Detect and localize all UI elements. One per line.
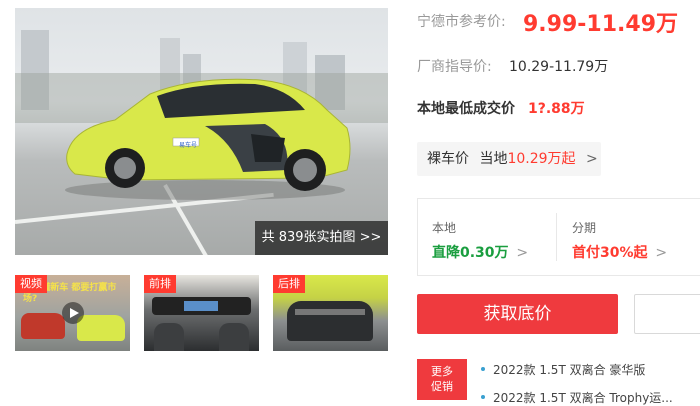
thumb-car-red: [21, 313, 65, 339]
local-discount-cell[interactable]: 本地 直降0.30万 >: [418, 199, 556, 275]
bare-price-local: 当地: [479, 151, 508, 167]
lowest-price-value: 1?.88万: [528, 101, 585, 117]
center-screen: [184, 301, 218, 311]
lowest-price-label: 本地最低成交价: [417, 101, 515, 117]
divider: [556, 213, 557, 261]
main-car-photo[interactable]: 易车号 共 839张实拍图 >>: [15, 8, 388, 255]
get-lowest-price-button[interactable]: 获取底价: [417, 294, 618, 334]
chevron-right-icon: >: [655, 245, 668, 261]
reference-price-label: 宁德市参考价:: [417, 14, 506, 30]
license-plate-text: 易车号: [179, 142, 198, 149]
bare-car-price-link[interactable]: 裸车价 当地10.29万起 >: [417, 142, 601, 176]
secondary-action-button[interactable]: [634, 294, 700, 334]
car-image: [65, 78, 351, 200]
local-discount-value: 直降0.30万: [432, 245, 509, 261]
promo-item[interactable]: 2022款 1.5T 双离合 Trophy运...: [481, 389, 673, 406]
guide-price-label: 厂商指导价:: [417, 59, 492, 75]
more-promo-line2: 促销: [431, 380, 453, 393]
reference-price-value: 9.99-11.49万: [523, 12, 678, 37]
thumb-car-yellow: [77, 315, 125, 341]
bullet-icon: [481, 394, 485, 399]
rear-seat: [287, 301, 373, 341]
thumb-tag-rear: 后排: [273, 275, 305, 293]
deal-box: 本地 直降0.30万 > 分期 首付30%起 >: [417, 198, 700, 276]
photo-count-link[interactable]: 共 839张实拍图 >>: [255, 221, 388, 255]
installment-cell[interactable]: 分期 首付30%起 >: [558, 199, 700, 275]
more-promo-line1: 更多: [431, 365, 453, 378]
thumbnail-front-row[interactable]: 前排: [144, 275, 259, 351]
front-seat: [154, 323, 184, 351]
bullet-icon: [481, 366, 485, 371]
bare-price-label: 裸车价: [427, 151, 469, 167]
guide-price-value: 10.29-11.79万: [509, 59, 609, 75]
thumbnail-rear-row[interactable]: 后排: [273, 275, 388, 351]
thumb-tag-front: 前排: [144, 275, 176, 293]
chevron-right-icon: >: [586, 151, 598, 167]
thumb-tag-video: 视频: [15, 275, 47, 293]
installment-label: 分期: [572, 221, 597, 235]
bare-price-value: 10.29万起: [507, 151, 576, 167]
thumbnail-video[interactable]: T 看懂新车 都要打赢市场? 视频: [15, 275, 130, 351]
promo-item-text: 2022款 1.5T 双离合 Trophy运...: [493, 391, 673, 405]
more-promotions-button[interactable]: 更多 促销: [417, 359, 467, 400]
play-icon[interactable]: [62, 302, 84, 324]
promo-item[interactable]: 2022款 1.5T 双离合 豪华版: [481, 361, 645, 378]
promo-item-text: 2022款 1.5T 双离合 豪华版: [493, 363, 646, 377]
installment-value: 首付30%起: [572, 245, 648, 261]
seat-stitch: [295, 309, 365, 315]
chevron-right-icon: >: [516, 245, 529, 261]
front-seat: [219, 323, 249, 351]
local-discount-label: 本地: [432, 221, 457, 235]
